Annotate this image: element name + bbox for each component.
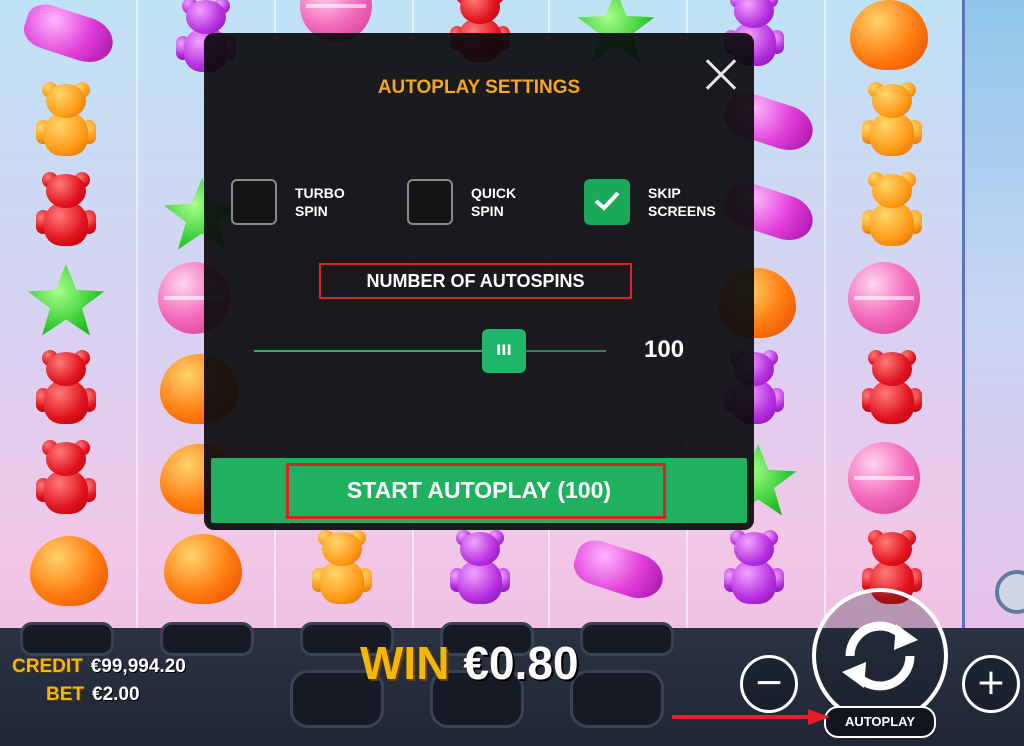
number-of-autospins-label: NUMBER OF AUTOSPINS bbox=[319, 263, 632, 299]
heart-symbol bbox=[30, 536, 108, 606]
checkmark-icon bbox=[594, 191, 620, 211]
credit-display: CREDIT €99,994.20 bbox=[12, 656, 186, 678]
slot-decoration bbox=[570, 670, 664, 728]
option-label-line: SPIN bbox=[295, 203, 328, 219]
option-label-line: QUICK bbox=[471, 185, 517, 201]
quick-spin-label: QUICK SPIN bbox=[471, 184, 561, 220]
red-bear-symbol bbox=[862, 350, 922, 430]
orange-bear-symbol bbox=[862, 82, 922, 162]
orange-bear-symbol bbox=[36, 82, 96, 162]
close-icon[interactable] bbox=[680, 33, 754, 119]
option-label-line: SKIP bbox=[648, 185, 681, 201]
orange-bear-symbol bbox=[312, 530, 372, 610]
increase-bet-button[interactable]: + bbox=[962, 655, 1020, 713]
bet-label: BET bbox=[46, 684, 84, 705]
slot-decoration bbox=[20, 622, 114, 656]
option-label-line: SPIN bbox=[471, 203, 504, 219]
win-display: WIN €0.80 bbox=[360, 636, 579, 690]
bet-value: €2.00 bbox=[92, 684, 140, 705]
turbo-spin-label: TURBO SPIN bbox=[295, 184, 385, 220]
spin-button[interactable] bbox=[812, 588, 948, 724]
quick-spin-checkbox[interactable] bbox=[407, 179, 453, 225]
autospins-slider-thumb[interactable]: III bbox=[481, 329, 526, 373]
autoplay-settings-dialog: AUTOPLAY SETTINGS TURBO SPIN QUICK SPIN … bbox=[204, 33, 754, 530]
lollipop-symbol bbox=[848, 442, 920, 514]
autospins-slider-fill bbox=[254, 350, 504, 352]
red-arrow-annotation bbox=[672, 709, 830, 725]
credit-label: CREDIT bbox=[12, 656, 83, 677]
skip-screens-checkbox[interactable] bbox=[584, 179, 630, 225]
red-bear-symbol bbox=[36, 440, 96, 520]
dialog-title: AUTOPLAY SETTINGS bbox=[377, 77, 581, 98]
reel-divider bbox=[824, 0, 826, 628]
turbo-spin-checkbox[interactable] bbox=[231, 179, 277, 225]
option-label-line: SCREENS bbox=[648, 203, 716, 219]
red-bear-symbol bbox=[36, 172, 96, 252]
start-autoplay-button[interactable]: START AUTOPLAY (100) bbox=[211, 458, 747, 523]
bet-display: BET €2.00 bbox=[46, 684, 140, 706]
heart-symbol bbox=[850, 0, 928, 70]
option-label-line: TURBO bbox=[295, 185, 345, 201]
autoplay-button[interactable]: AUTOPLAY bbox=[824, 706, 936, 738]
red-bear-symbol bbox=[36, 350, 96, 430]
credit-value: €99,994.20 bbox=[90, 656, 186, 677]
spin-arrows-icon bbox=[842, 621, 918, 691]
autospins-value: 100 bbox=[644, 336, 685, 363]
gear-decoration-icon bbox=[995, 570, 1024, 614]
orange-bear-symbol bbox=[862, 172, 922, 252]
decrease-bet-button[interactable]: − bbox=[740, 655, 798, 713]
jellybean-symbol bbox=[19, 0, 119, 69]
reel-divider bbox=[136, 0, 138, 628]
purple-bear-symbol bbox=[450, 530, 510, 610]
win-label: WIN bbox=[360, 637, 450, 689]
skip-screens-label: SKIP SCREENS bbox=[648, 184, 738, 220]
purple-bear-symbol bbox=[724, 530, 784, 610]
lollipop-symbol bbox=[848, 262, 920, 334]
heart-symbol bbox=[164, 534, 242, 604]
machine-decoration bbox=[962, 0, 1024, 628]
slot-decoration bbox=[160, 622, 254, 656]
slot-decoration bbox=[580, 622, 674, 656]
star-symbol bbox=[27, 264, 105, 336]
jellybean-symbol bbox=[569, 535, 669, 605]
autospins-slider-track[interactable] bbox=[254, 350, 606, 352]
win-value: €0.80 bbox=[463, 637, 579, 689]
